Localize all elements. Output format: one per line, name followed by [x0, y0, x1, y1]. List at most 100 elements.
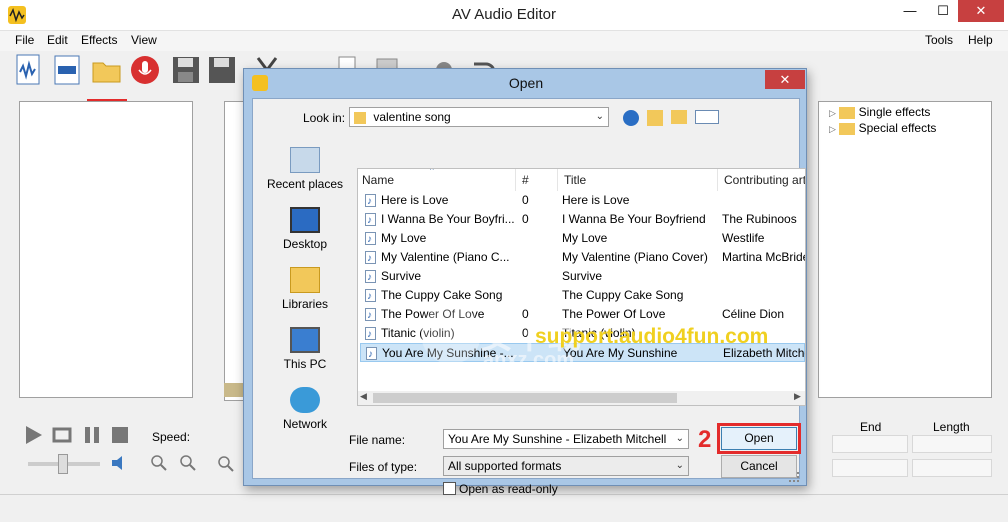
open-dialog: Open ✕ Look in: valentine song ⌄ Recent …: [243, 68, 807, 496]
back-icon[interactable]: [623, 110, 639, 126]
volume-slider-thumb[interactable]: [58, 454, 68, 474]
effects-tree-label: Special effects: [858, 121, 937, 135]
end-field: [832, 435, 908, 453]
menu-view[interactable]: View: [131, 33, 157, 47]
waveform-scrollbar[interactable]: [224, 383, 244, 397]
place-network[interactable]: Network: [263, 387, 347, 431]
file-row[interactable]: I Wanna Be Your Boyfri... 0 I Wanna Be Y…: [360, 210, 805, 229]
folder-icon: [839, 122, 856, 135]
expand-arrow-icon: ▷: [829, 108, 836, 118]
chevron-down-icon: ⌄: [675, 460, 684, 471]
read-only-label: Open as read-only: [459, 482, 558, 496]
scrollbar-thumb[interactable]: [373, 393, 677, 403]
new-folder-icon[interactable]: [671, 110, 687, 124]
place-this-pc[interactable]: This PC: [263, 327, 347, 371]
open-button[interactable]: Open: [721, 427, 797, 450]
audio-cd-icon[interactable]: [52, 54, 84, 86]
resize-grip-icon[interactable]: [789, 472, 799, 482]
dialog-body: Look in: valentine song ⌄ Recent places …: [252, 98, 806, 496]
up-folder-icon[interactable]: [647, 110, 663, 126]
file-list[interactable]: ^ Name # Title Contributing art Here is …: [357, 168, 806, 406]
menu-help[interactable]: Help: [968, 33, 993, 47]
horizontal-scrollbar[interactable]: ◀ ▶: [358, 391, 805, 405]
expand-arrow-icon: ▷: [829, 124, 836, 134]
file-row[interactable]: Survive Survive: [360, 267, 805, 286]
save-as-icon[interactable]: [206, 54, 238, 86]
view-menu-icon[interactable]: [695, 110, 719, 124]
title-bar: AV Audio Editor — ☐ ✕: [0, 0, 1008, 31]
record-icon[interactable]: [130, 54, 162, 86]
scroll-right-icon[interactable]: ▶: [794, 391, 801, 402]
zoom-out-icon[interactable]: [179, 454, 197, 472]
place-libraries-label: Libraries: [281, 297, 329, 311]
support-url-watermark: support.audio4fun.com: [535, 325, 769, 348]
audio-file-icon: [365, 268, 376, 286]
recent-places-icon: [290, 147, 320, 173]
watermark-logo: [421, 304, 481, 364]
length-label: Length: [933, 420, 970, 434]
minimize-button[interactable]: —: [895, 0, 925, 22]
file-row[interactable]: My Love My Love Westlife: [360, 229, 805, 248]
step-2-label: 2: [698, 426, 712, 453]
look-in-combo[interactable]: valentine song ⌄: [349, 107, 609, 127]
desktop-icon: [290, 207, 320, 233]
new-wave-icon[interactable]: [14, 54, 46, 86]
menu-file[interactable]: File: [15, 33, 34, 47]
play-icon[interactable]: [24, 425, 44, 445]
place-desktop[interactable]: Desktop: [263, 207, 347, 251]
menu-tools[interactable]: Tools: [925, 33, 953, 47]
loop-icon[interactable]: [52, 425, 72, 445]
file-row[interactable]: The Cuppy Cake Song The Cuppy Cake Song: [360, 286, 805, 305]
file-row[interactable]: Here is Love 0 Here is Love: [360, 191, 805, 210]
effects-tree-special[interactable]: ▷ Special effects: [829, 121, 936, 135]
place-network-label: Network: [282, 417, 327, 431]
status-bar: [0, 494, 1008, 522]
libraries-icon: [290, 267, 320, 293]
cancel-button[interactable]: Cancel: [721, 455, 797, 478]
read-only-checkbox[interactable]: [443, 482, 456, 495]
column-header-artist[interactable]: Contributing art: [720, 169, 805, 191]
place-this-pc-label: This PC: [283, 357, 327, 371]
place-libraries[interactable]: Libraries: [263, 267, 347, 311]
zoom-fit-icon[interactable]: [216, 454, 234, 472]
stop-icon[interactable]: [110, 425, 130, 445]
close-button[interactable]: ✕: [958, 0, 1004, 22]
file-row[interactable]: My Valentine (Piano C... My Valentine (P…: [360, 248, 805, 267]
pause-icon[interactable]: [82, 425, 102, 445]
length-field: [912, 435, 992, 453]
place-recent-label: Recent places: [266, 177, 344, 191]
end-label: End: [860, 420, 882, 434]
maximize-button[interactable]: ☐: [928, 0, 958, 22]
computer-icon: [290, 327, 320, 353]
dialog-title: Open: [508, 75, 544, 91]
open-folder-icon[interactable]: [91, 54, 123, 86]
effects-panel: ▷ Single effects ▷ Special effects: [818, 101, 992, 398]
audio-file-icon: [365, 287, 376, 305]
column-header-number[interactable]: #: [518, 169, 558, 191]
look-in-value: valentine song: [373, 110, 451, 124]
effects-tree-label: Single effects: [858, 105, 931, 119]
files-of-type-select[interactable]: All supported formats ⌄: [443, 456, 689, 476]
scroll-left-icon[interactable]: ◀: [360, 391, 367, 402]
speaker-icon[interactable]: [110, 454, 128, 472]
waveform-area: [224, 101, 244, 401]
file-name-input[interactable]: You Are My Sunshine - Elizabeth Mitchell…: [443, 429, 689, 449]
place-desktop-label: Desktop: [282, 237, 328, 251]
dialog-close-button[interactable]: ✕: [765, 70, 805, 89]
effects-tree-single[interactable]: ▷ Single effects: [829, 105, 930, 119]
length-field-2: [912, 459, 992, 477]
audio-file-icon: [365, 325, 376, 343]
menu-effects[interactable]: Effects: [81, 33, 117, 47]
menu-edit[interactable]: Edit: [47, 33, 68, 47]
chevron-down-icon: ⌄: [675, 433, 684, 444]
column-header-name[interactable]: Name: [358, 169, 516, 191]
save-icon[interactable]: [170, 54, 202, 86]
files-of-type-label: Files of type:: [349, 460, 418, 474]
file-panel: [19, 101, 193, 398]
zoom-in-icon[interactable]: [150, 454, 168, 472]
audio-file-icon: [366, 345, 377, 363]
speed-label: Speed:: [152, 430, 191, 444]
place-recent[interactable]: Recent places: [263, 147, 347, 191]
column-header-title[interactable]: Title: [560, 169, 718, 191]
network-globe-icon: [290, 387, 320, 413]
